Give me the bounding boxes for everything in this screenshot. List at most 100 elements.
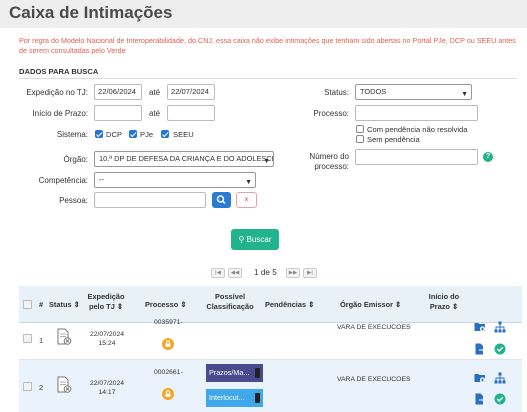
sistema-dcp-label: DCP (106, 130, 123, 139)
last-page-button[interactable]: ▶| (303, 268, 317, 278)
competencia-select[interactable]: -- ▼ (94, 172, 256, 188)
th-inicio-prazo-line1: Início do (428, 292, 460, 301)
orgao-select[interactable]: 10.ª DP DE DEFESA DA CRIANÇA E DO ADOLES… (94, 151, 274, 167)
expedicao-ate-label: até (149, 88, 161, 97)
page-title: Caixa de Intimações (9, 3, 173, 22)
lock-icon (162, 338, 174, 350)
sistema-dcp-checkbox[interactable] (95, 130, 103, 138)
sitemap-icon[interactable] (494, 321, 506, 333)
row-processo[interactable]: 0002661- (154, 369, 183, 376)
row-number: 2 (39, 383, 44, 392)
document-status-icon (57, 376, 72, 393)
buscar-button[interactable]: ⚲ Buscar (231, 229, 279, 250)
row-processo[interactable]: 0035971- (154, 319, 183, 326)
numero-processo-label: Número do processo: (309, 152, 349, 172)
th-status[interactable]: Status ⇕ (49, 300, 80, 310)
status-select[interactable]: TODOS ▼ (355, 84, 472, 100)
lock-icon (162, 388, 174, 400)
th-expedicao-line1: Expedição (87, 292, 125, 301)
numero-processo-label-line2: processo: (314, 162, 349, 171)
classificacao-tag[interactable]: Interlocut... (206, 389, 263, 407)
pagination-current: 1 (254, 268, 259, 277)
row-date: 22/07/2024 15:24 (88, 330, 126, 348)
row-number: 1 (39, 336, 44, 345)
th-processo[interactable]: Processo ⇕ (145, 300, 187, 310)
row-orgao-emissor: VARA DE EXECUCOES (337, 376, 411, 383)
select-all-checkbox[interactable] (23, 300, 32, 309)
device-icon (255, 368, 260, 378)
pessoa-label: Pessoa: (59, 196, 88, 205)
document-status-icon (57, 328, 72, 345)
section-title: DADOS PARA BUSCA (19, 67, 99, 76)
first-page-button[interactable]: |◀ (211, 268, 225, 278)
th-number: # (39, 300, 44, 309)
sistema-label: Sistema: (56, 130, 88, 139)
page-header: Caixa de Intimações (0, 0, 527, 28)
sistema-seeu-checkbox[interactable] (161, 130, 169, 138)
sem-pendencia-checkbox[interactable] (356, 135, 364, 143)
inicio-prazo-to-input[interactable] (167, 105, 215, 121)
th-classificacao-line1: Possível (215, 292, 245, 301)
th-inicio-prazo[interactable]: Início do Prazo ⇕ (424, 292, 464, 311)
table-row[interactable]: 2 22/07/2024 14:17 0002661- Prazos/Ma...… (19, 360, 522, 412)
numero-processo-label-line1: Número do (309, 152, 349, 161)
th-classificacao-line2: Classificação (206, 301, 254, 311)
pagination-total: 5 (272, 268, 277, 277)
file-export-icon[interactable] (474, 393, 486, 405)
prev-page-button[interactable]: ◀◀ (228, 268, 242, 278)
row-time-value: 14:17 (98, 389, 116, 396)
th-orgao-emissor[interactable]: Órgão Emissor ⇕ (340, 300, 401, 310)
orgao-select-value: 10.ª DP DE DEFESA DA CRIANÇA E DO ADOLES… (99, 154, 274, 163)
classificacao-tag[interactable]: Prazos/Ma... (206, 364, 263, 382)
search-icon (216, 195, 226, 205)
inicio-prazo-ate-label: até (149, 109, 161, 118)
next-page-button[interactable]: ▶▶ (286, 268, 300, 278)
row-date: 22/07/2024 14:17 (88, 379, 126, 397)
sistema-pje-checkbox[interactable] (129, 130, 137, 138)
sistema-pje-label: PJe (140, 130, 154, 139)
processo-label: Processo: (313, 109, 349, 118)
pessoa-search-button[interactable] (212, 192, 231, 208)
pagination-label: 1 de 5 (254, 268, 277, 277)
status-select-value: TODOS (360, 87, 387, 96)
pendencia-nao-resolvida-checkbox[interactable] (356, 125, 364, 133)
check-circle-icon[interactable] (494, 343, 506, 355)
buscar-button-label: Buscar (246, 235, 272, 244)
folder-add-icon[interactable] (474, 321, 486, 333)
th-expedicao[interactable]: Expedição pelo TJ ⇕ (87, 292, 125, 311)
device-icon (255, 393, 260, 403)
row-checkbox[interactable] (23, 334, 32, 343)
sistema-seeu-label: SEEU (173, 130, 194, 139)
processo-input[interactable] (355, 105, 478, 121)
expedicao-to-input[interactable]: 22/07/2024 (167, 84, 215, 100)
check-circle-icon[interactable] (494, 393, 506, 405)
row-checkbox[interactable] (23, 382, 32, 391)
row-date-value: 22/07/2024 (89, 380, 125, 387)
folder-add-icon[interactable] (474, 372, 486, 384)
file-export-icon[interactable] (474, 343, 486, 355)
classificacao-tag-label: Interlocut... (209, 393, 245, 402)
sitemap-icon[interactable] (494, 372, 506, 384)
pessoa-input[interactable] (94, 192, 206, 208)
table-header: # Status ⇕ Expedição pelo TJ ⇕ Processo … (19, 286, 522, 323)
numero-processo-input[interactable] (355, 149, 478, 165)
th-pendencias[interactable]: Pendências ⇕ (265, 300, 314, 310)
pendencia-nao-resolvida-label: Com pendência não resolvida (367, 125, 468, 134)
inicio-prazo-from-input[interactable] (94, 105, 142, 121)
row-date-value: 22/07/2024 (89, 331, 125, 338)
expedicao-label: Expedição no TJ: (26, 88, 88, 97)
classificacao-tag-label: Prazos/Ma... (209, 368, 250, 377)
table-row[interactable]: 1 22/07/2024 15:24 0035971- VARA DE EXEC… (19, 319, 522, 360)
th-inicio-prazo-line2: Prazo ⇕ (429, 301, 459, 311)
status-label: Status: (324, 88, 349, 97)
chevron-down-icon: ▼ (245, 179, 252, 186)
help-icon[interactable]: ? (483, 152, 493, 162)
th-classificacao: Possível Classificação (205, 292, 255, 311)
th-expedicao-line2: pelo TJ ⇕ (88, 301, 124, 311)
chevron-down-icon: ▼ (461, 91, 468, 98)
section-divider (19, 78, 517, 79)
pessoa-clear-button[interactable]: × (236, 192, 257, 208)
row-time-value: 15:24 (98, 340, 116, 347)
expedicao-from-input[interactable]: 22/06/2024 (94, 84, 142, 100)
competencia-label: Competência: (38, 176, 88, 185)
